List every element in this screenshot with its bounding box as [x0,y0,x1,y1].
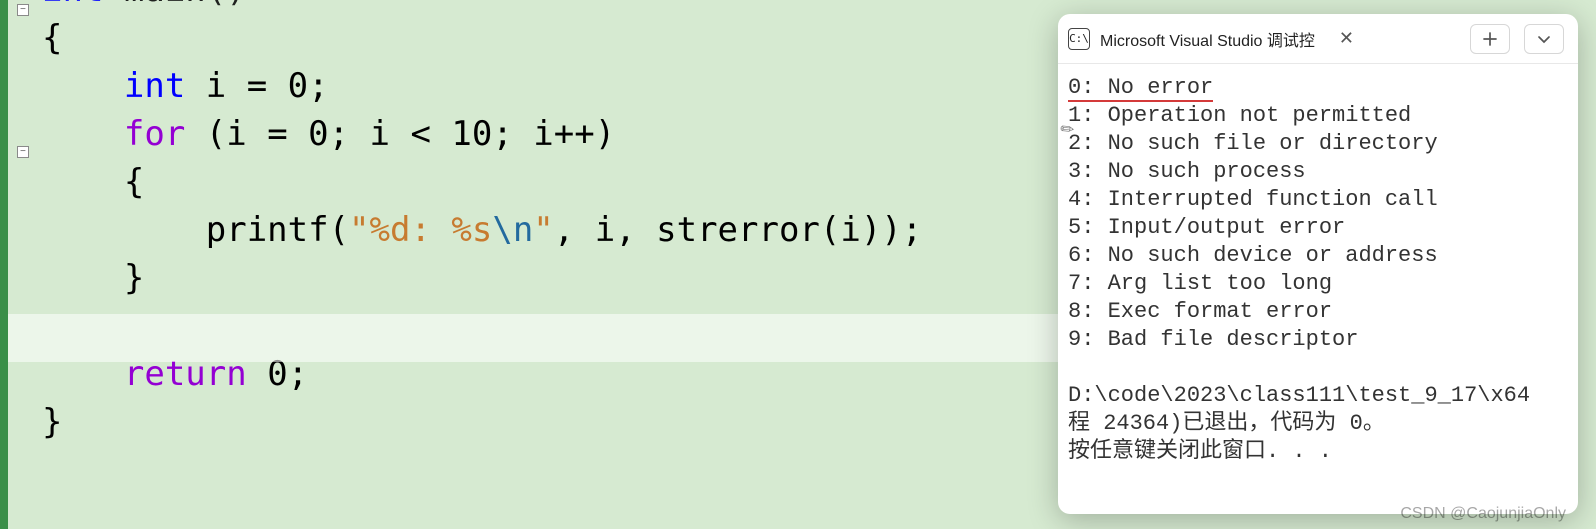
console-line: 3: No such process [1068,158,1574,186]
editor-gutter: − − [8,0,38,529]
console-window: C:\ Microsoft Visual Studio 调试控 ✕ 0: No … [1058,14,1578,514]
console-line: 9: Bad file descriptor [1068,326,1574,354]
console-line: 1: Operation not permitted [1068,102,1574,130]
console-line: 0: No error [1068,74,1574,102]
close-icon[interactable]: ✕ [1339,28,1354,49]
terminal-icon: C:\ [1068,28,1090,50]
console-line: 7: Arg list too long [1068,270,1574,298]
code-editor[interactable]: − − int main(){ int i = 0; for (i = 0; i… [0,0,1058,529]
fold-icon[interactable]: − [17,146,29,158]
console-line: 5: Input/output error [1068,214,1574,242]
console-line: 按任意键关闭此窗口. . . [1068,438,1574,466]
console-line: 2: No such file or directory [1068,130,1574,158]
console-line: 6: No such device or address [1068,242,1574,270]
new-tab-button[interactable] [1470,24,1510,54]
console-line: 4: Interrupted function call [1068,186,1574,214]
console-line: D:\code\2023\class111\test_9_17\x64 [1068,382,1574,410]
console-line [1068,354,1574,382]
tab-title: Microsoft Visual Studio 调试控 [1100,27,1315,51]
watermark: CSDN @CaojunjiaOnly [1400,505,1566,523]
titlebar: C:\ Microsoft Visual Studio 调试控 ✕ [1058,14,1578,64]
console-line: 8: Exec format error [1068,298,1574,326]
fold-icon[interactable]: − [17,4,29,16]
dropdown-button[interactable] [1524,24,1564,54]
console-tab[interactable]: C:\ Microsoft Visual Studio 调试控 ✕ [1058,14,1456,63]
console-line: 程 24364)已退出，代码为 0。 [1068,410,1574,438]
code-body[interactable]: int main(){ int i = 0; for (i = 0; i < 1… [38,0,932,529]
titlebar-actions [1456,24,1578,54]
console-output[interactable]: 0: No error1: Operation not permitted2: … [1058,64,1578,508]
